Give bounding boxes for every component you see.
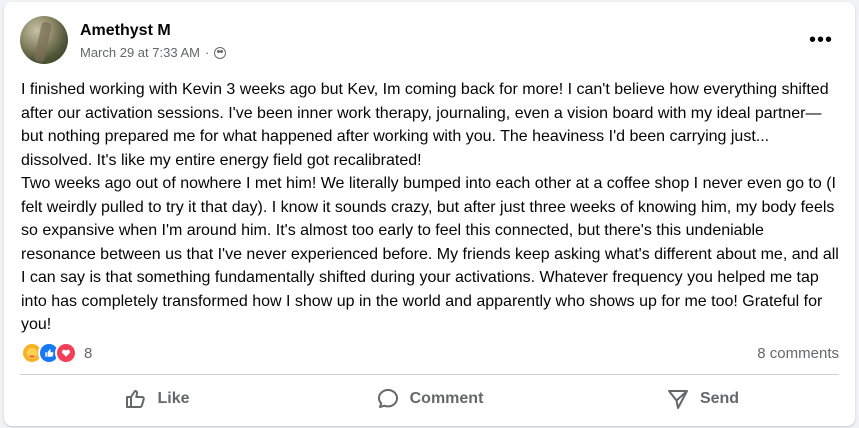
author-name[interactable]: Amethyst M <box>80 22 171 40</box>
post-paragraph: I finished working with Kevin 3 weeks ag… <box>21 81 829 169</box>
author-avatar[interactable] <box>20 16 68 64</box>
like-button[interactable]: Like <box>20 378 293 420</box>
post-meta: March 29 at 7:33 AM · <box>80 45 227 60</box>
thumbs-up-icon <box>126 390 146 408</box>
post-card: Amethyst M March 29 at 7:33 AM · ••• I f… <box>4 2 855 426</box>
post-timestamp[interactable]: March 29 at 7:33 AM <box>80 45 200 60</box>
meta-separator: · <box>204 45 210 60</box>
like-label: Like <box>157 390 190 407</box>
actions-divider <box>20 374 839 375</box>
comment-label: Comment <box>409 390 484 407</box>
comment-button[interactable]: Comment <box>293 378 566 420</box>
send-icon <box>667 390 688 409</box>
send-button[interactable]: Send <box>566 378 839 420</box>
more-options-button[interactable]: ••• <box>805 24 837 56</box>
post-actions: Like Comment Send <box>20 378 839 420</box>
send-label: Send <box>699 390 740 407</box>
post-paragraph: Two weeks ago out of nowhere I met him! … <box>21 175 839 333</box>
love-reaction-icon <box>55 342 77 364</box>
comments-count-link[interactable]: 8 comments <box>757 345 839 362</box>
reaction-count[interactable]: 8 <box>84 345 92 362</box>
post-body: I finished working with Kevin 3 weeks ag… <box>21 78 841 337</box>
comment-bubble-icon <box>377 389 398 408</box>
friends-icon[interactable] <box>214 46 227 59</box>
reactions-summary[interactable]: 8 <box>21 342 92 364</box>
